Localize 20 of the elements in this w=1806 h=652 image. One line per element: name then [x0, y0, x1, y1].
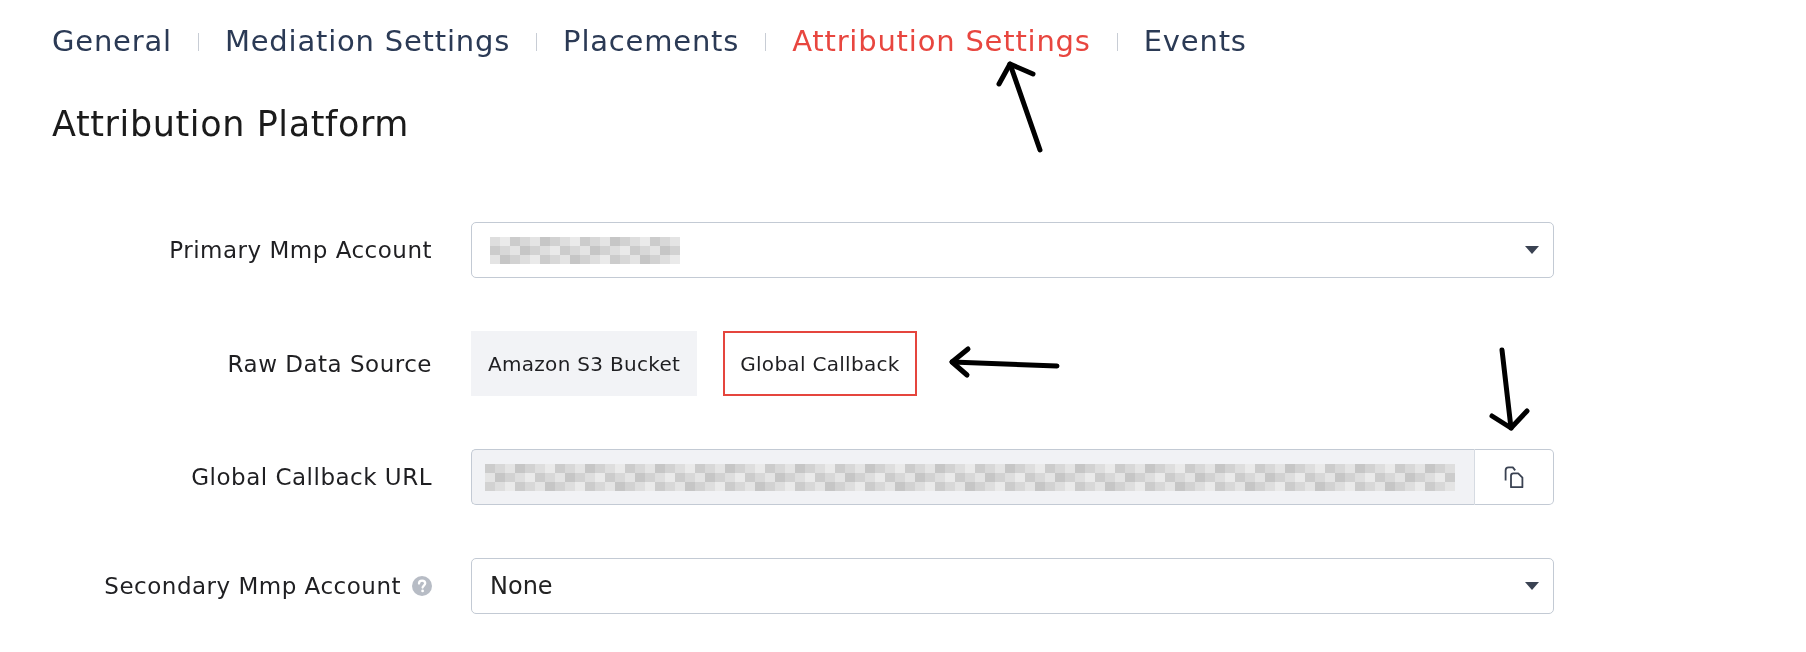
dropdown-field[interactable]: None — [471, 558, 1554, 614]
tab[interactable]: Mediation Settings — [224, 22, 511, 61]
copy-button[interactable] — [1475, 449, 1554, 505]
dropdown-field[interactable] — [471, 222, 1554, 278]
section-title: Attribution Platform — [52, 103, 410, 146]
tab[interactable]: General — [52, 22, 172, 61]
tab[interactable]: Attribution Settings — [792, 22, 1091, 61]
field-label: Global Callback URL — [191, 464, 432, 490]
option-button[interactable]: Amazon S3 Bucket — [471, 331, 698, 396]
dropdown-value: None — [490, 572, 553, 600]
tab[interactable]: Placements — [563, 22, 740, 61]
field-label: Secondary Mmp Account — [104, 573, 401, 599]
option-button[interactable]: Global Callback — [723, 331, 917, 396]
help-icon[interactable] — [412, 576, 432, 596]
dropdown-caret-icon — [1525, 582, 1539, 590]
field-label: Raw Data Source — [227, 350, 432, 377]
tab[interactable]: Events — [1143, 22, 1247, 61]
dropdown-caret-icon — [1525, 246, 1539, 254]
copy-icon — [1502, 465, 1526, 489]
field-label: Primary Mmp Account — [169, 237, 432, 263]
